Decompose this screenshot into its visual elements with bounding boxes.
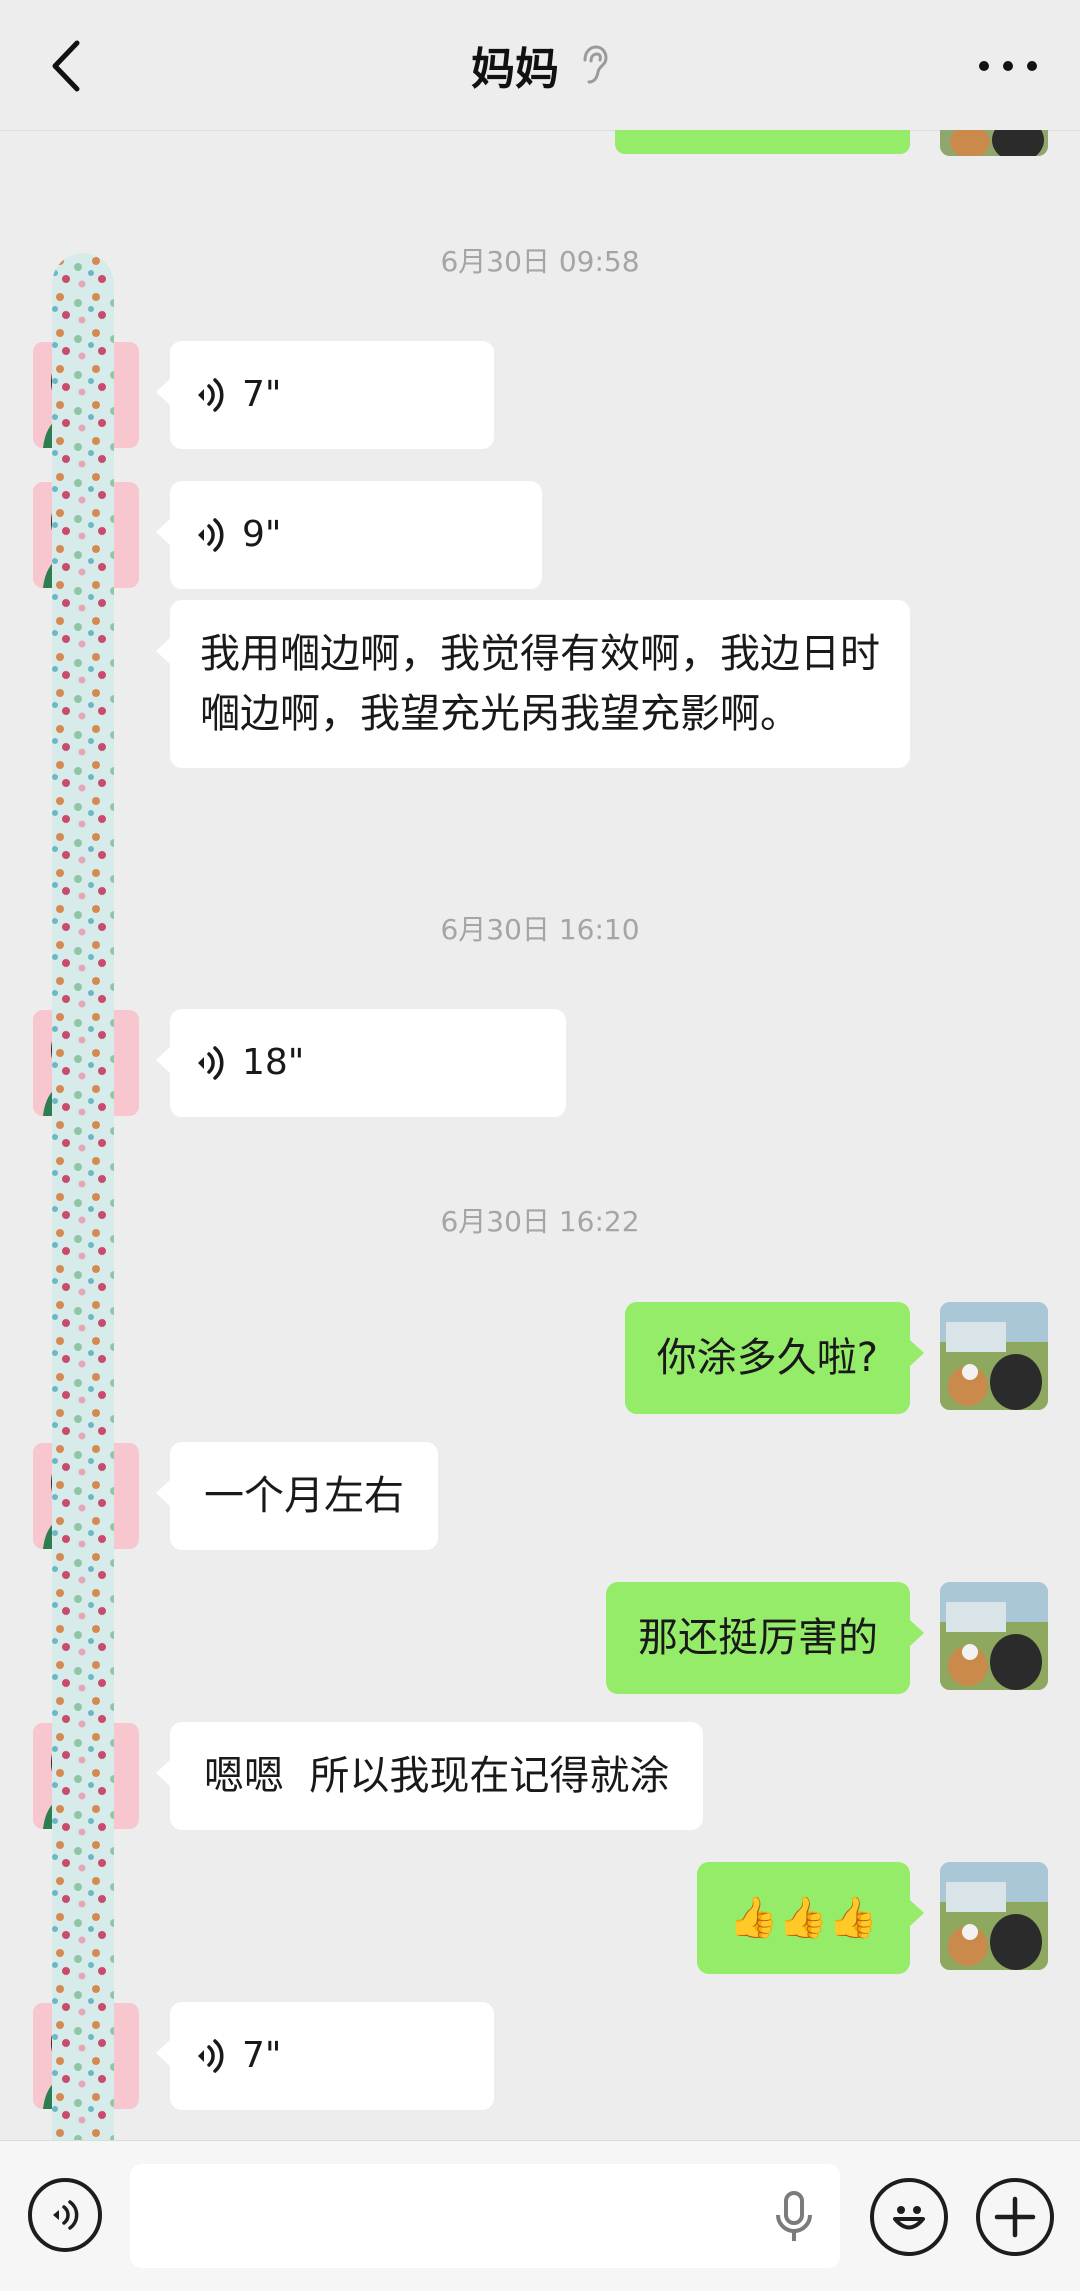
more-dots-icon [979,61,1037,71]
voice-duration: 9" [242,514,282,555]
emoji-button[interactable] [870,2178,948,2256]
emoji-icon [893,2206,925,2230]
sent-text-message[interactable]: 你涂多久啦? [624,1302,925,1414]
back-button[interactable] [36,36,96,96]
timestamp: 6月30日 16:22 [440,1205,640,1238]
my-avatar[interactable] [940,1582,1048,1690]
timestamp: 6月30日 09:58 [440,245,640,278]
sent-emoji-message[interactable]: 👍👍👍 [696,1862,925,1974]
voice-mode-icon [53,2200,79,2230]
voice-duration: 7" [242,374,282,415]
voice-message[interactable]: 18" [156,1009,566,1117]
more-options-button[interactable] [972,36,1044,96]
voice-wave-icon [198,518,224,552]
message-list[interactable]: 6月30日 09:58 7" 9" 我用嗰边啊，我觉得有效啊，我边日时嗰边啊，我… [0,130,1080,2140]
voice-wave-icon [198,2039,224,2073]
voice-duration: 18" [242,1042,305,1083]
sent-text-message[interactable]: 那还挺厉害的 [606,1582,924,1694]
mic-icon [776,2191,812,2241]
message-input[interactable] [130,2164,840,2268]
voice-message[interactable]: 7" [156,2002,494,2110]
input-bar [0,2140,1080,2291]
voice-wave-icon [198,378,224,412]
chat-header: 妈妈 [0,0,1080,131]
my-avatar[interactable] [940,130,1048,156]
ear-icon [579,44,609,86]
previous-sent-bubble[interactable] [615,130,910,154]
plus-button[interactable] [976,2178,1054,2256]
timestamp: 6月30日 16:10 [440,913,640,946]
chat-title: 妈妈 [471,44,559,95]
voice-message[interactable]: 7" [156,341,494,449]
privacy-sticker-strip [52,253,114,2203]
voice-mode-button[interactable] [28,2178,102,2252]
my-avatar[interactable] [940,1862,1048,1970]
my-avatar[interactable] [940,1302,1048,1410]
chevron-left-icon [52,40,80,92]
text-message[interactable]: 嗯嗯 所以我现在记得就涂 [155,1722,704,1830]
voice-wave-icon [198,1046,224,1080]
plus-icon [994,2196,1036,2238]
text-message[interactable]: 一个月左右 [156,1442,438,1550]
voice-duration: 7" [242,2035,282,2076]
mic-button[interactable] [770,2191,818,2243]
text-message[interactable]: 我用嗰边啊，我觉得有效啊，我边日时嗰边啊，我望充光呙我望充影啊。 [156,600,910,768]
voice-message[interactable]: 9" [156,481,542,589]
